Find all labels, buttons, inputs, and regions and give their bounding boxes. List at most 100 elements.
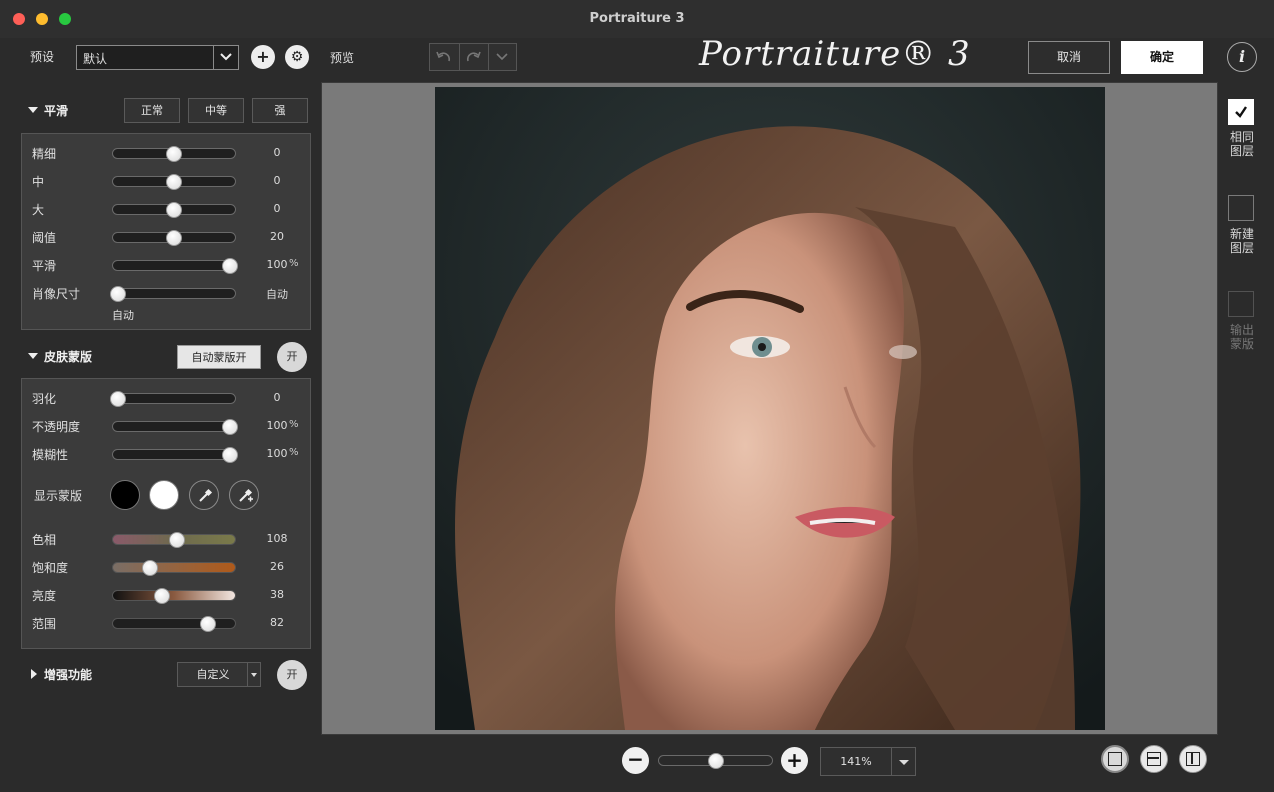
chevron-down-icon <box>220 53 232 61</box>
check-icon <box>1235 106 1247 118</box>
chevron-down-icon <box>496 53 508 61</box>
zoom-out-button[interactable]: − <box>622 747 649 774</box>
history-dropdown-button[interactable] <box>488 44 516 70</box>
new-layer-checkbox[interactable] <box>1228 195 1254 221</box>
collapse-triangle-icon[interactable] <box>28 107 38 113</box>
slider-label: 不透明度 <box>32 420 81 434</box>
preset-medium-button[interactable]: 中等 <box>188 98 244 123</box>
slider-track[interactable] <box>112 421 236 432</box>
slider-thumb[interactable] <box>142 560 159 576</box>
slider-label: 中 <box>32 175 45 189</box>
enhancements-title: 增强功能 <box>44 668 93 682</box>
slider-label: 大 <box>32 203 45 217</box>
slider-value: 0 <box>273 391 281 404</box>
gear-icon[interactable]: ⚙ <box>285 45 309 69</box>
slider-label: 色相 <box>32 533 57 547</box>
preview-label: 预览 <box>330 51 355 65</box>
enhancements-select[interactable]: 自定义 <box>177 662 261 687</box>
slider-thumb[interactable] <box>110 286 126 302</box>
slider-label: 亮度 <box>32 589 57 603</box>
zoom-select[interactable]: 141% <box>820 747 916 776</box>
mask-color-white-swatch[interactable] <box>149 480 179 510</box>
slider-thumb[interactable] <box>166 174 182 190</box>
preset-normal-button[interactable]: 正常 <box>124 98 180 123</box>
slider-unit: % <box>289 419 299 430</box>
slider-value: 20 <box>270 230 284 243</box>
slider-track[interactable] <box>112 260 236 271</box>
cancel-button[interactable]: 取消 <box>1028 41 1110 74</box>
split-vertical-icon <box>1186 752 1200 766</box>
slider-value: 0 <box>273 146 281 159</box>
slider-track[interactable] <box>112 449 236 460</box>
slider-label: 模糊性 <box>32 448 69 462</box>
slider-label: 饱和度 <box>32 561 69 575</box>
split-horizontal-icon <box>1147 752 1161 766</box>
ok-button[interactable]: 确定 <box>1121 41 1203 74</box>
slider-track[interactable] <box>112 618 236 629</box>
zoom-value: 141% <box>840 755 872 768</box>
preset-selected: 默认 <box>83 52 108 66</box>
skin-mask-group: 羽化 0 不透明度 100% 模糊性 100% 显示蒙版 色相 108 饱和度 26 亮度 38 范围… <box>21 378 311 649</box>
slider-thumb[interactable] <box>110 391 126 407</box>
slider-label: 范围 <box>32 617 57 631</box>
slider-value: 108 <box>266 532 288 545</box>
redo-icon <box>466 51 481 62</box>
window-title: Portraiture 3 <box>589 11 685 26</box>
slider-unit: % <box>289 447 299 458</box>
slider-thumb[interactable] <box>222 447 238 463</box>
slider-thumb[interactable] <box>199 616 216 632</box>
new-layer-label: 新建 图层 <box>1229 227 1254 255</box>
eyedropper-add-button[interactable] <box>229 480 259 510</box>
slider-value: 自动 <box>266 288 288 301</box>
zoom-in-button[interactable]: + <box>781 747 808 774</box>
preset-strong-button[interactable]: 强 <box>252 98 308 123</box>
single-view-icon <box>1108 752 1122 766</box>
slider-label: 精细 <box>32 147 57 161</box>
collapse-triangle-icon[interactable] <box>28 353 38 359</box>
info-button[interactable]: i <box>1227 42 1257 72</box>
same-layer-checkbox[interactable] <box>1228 99 1254 125</box>
same-layer-label: 相同 图层 <box>1229 130 1254 158</box>
chevron-down-icon <box>251 673 257 677</box>
smoothing-group: 精细 0 中 0 大 0 阈值 20 平滑 100% 肖像尺寸 自动 自动 <box>21 133 311 330</box>
slider-track[interactable] <box>112 288 236 299</box>
slider-thumb[interactable] <box>166 202 182 218</box>
zoom-slider-thumb[interactable] <box>707 753 724 769</box>
undo-button[interactable] <box>430 44 460 70</box>
skin-mask-title: 皮肤蒙版 <box>44 350 93 364</box>
single-view-button[interactable] <box>1101 745 1129 773</box>
slider-track[interactable] <box>112 393 236 404</box>
slider-track[interactable] <box>112 562 236 573</box>
enhancements-toggle[interactable]: 开 <box>277 660 307 690</box>
smoothing-title: 平滑 <box>44 104 69 118</box>
slider-thumb[interactable] <box>222 258 238 274</box>
slider-thumb[interactable] <box>153 588 170 604</box>
zoom-toolbar: − + 141% <box>321 735 1218 792</box>
slider-label: 肖像尺寸 <box>32 287 81 301</box>
auto-mask-button[interactable]: 自动蒙版开 <box>177 345 261 369</box>
eyedropper-button[interactable] <box>189 480 219 510</box>
chevron-down-icon <box>899 760 909 765</box>
preview-canvas[interactable] <box>321 82 1218 735</box>
expand-triangle-icon[interactable] <box>31 669 37 679</box>
preset-select[interactable]: 默认 <box>76 45 239 70</box>
split-vertical-view-button[interactable] <box>1179 745 1207 773</box>
redo-button[interactable] <box>459 44 489 70</box>
top-toolbar: 预览 Portraiture® 3 取消 确定 <box>321 34 1218 82</box>
enhancements-selected: 自定义 <box>196 668 230 681</box>
slider-track[interactable] <box>112 590 236 601</box>
add-preset-button[interactable]: + <box>251 45 275 69</box>
slider-thumb[interactable] <box>166 230 182 246</box>
show-mask-label: 显示蒙版 <box>34 489 83 503</box>
settings-panel: 预设 默认 + ⚙ 平滑 正常 中等 强 精细 0 中 0 大 0 阈值 20 平滑 100% 肖像… <box>0 38 321 792</box>
slider-thumb[interactable] <box>222 419 238 435</box>
portraiture-logo: Portraiture® 3 <box>699 34 971 74</box>
split-horizontal-view-button[interactable] <box>1140 745 1168 773</box>
slider-thumb[interactable] <box>166 146 182 162</box>
history-controls <box>429 43 517 71</box>
slider-thumb[interactable] <box>169 532 186 548</box>
mask-color-black-swatch[interactable] <box>110 480 140 510</box>
slider-label: 平滑 <box>32 259 57 273</box>
skin-mask-toggle[interactable]: 开 <box>277 342 307 372</box>
output-mask-checkbox[interactable] <box>1228 291 1254 317</box>
